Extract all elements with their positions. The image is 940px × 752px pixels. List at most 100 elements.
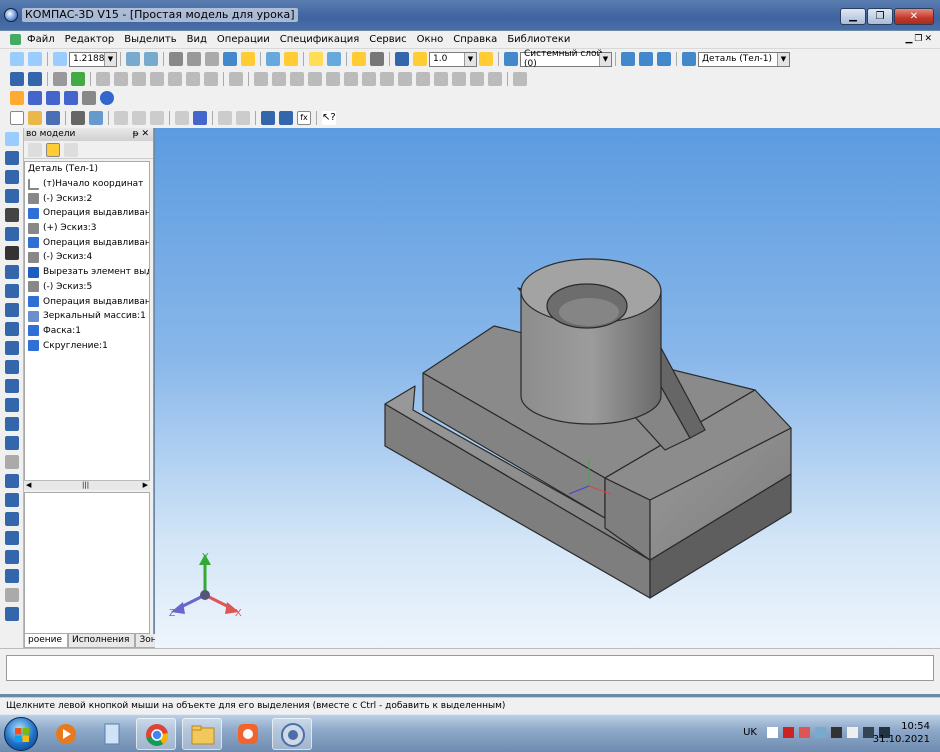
- tree-item[interactable]: Скругление:1: [25, 338, 149, 353]
- calc-icon[interactable]: [279, 111, 293, 125]
- close-button[interactable]: ✕: [894, 8, 934, 25]
- tree-item[interactable]: (-) Эскиз:5: [25, 280, 149, 295]
- tree-structure-icon[interactable]: [46, 142, 60, 157]
- language-indicator[interactable]: UK: [743, 727, 757, 738]
- sheet-icon[interactable]: [5, 246, 19, 260]
- ortho-icon[interactable]: [413, 52, 427, 66]
- tree-mode-icon[interactable]: [28, 142, 42, 157]
- chamfer3d-icon[interactable]: [5, 493, 19, 507]
- kompas-app-icon[interactable]: [4, 8, 18, 22]
- tree-item[interactable]: (+) Эскиз:3: [25, 221, 149, 236]
- surfaces-icon[interactable]: [5, 208, 19, 222]
- point-icon[interactable]: [96, 71, 110, 86]
- rotate-icon[interactable]: [126, 52, 140, 66]
- scroll-thumb[interactable]: |||: [82, 481, 89, 489]
- taskbar-kompas[interactable]: [272, 718, 312, 750]
- undo-icon[interactable]: [218, 111, 232, 125]
- shaded-icon[interactable]: [223, 52, 237, 66]
- tray-expand-icon[interactable]: [767, 727, 778, 738]
- bezier-icon[interactable]: [362, 71, 376, 86]
- dimension-icon[interactable]: [186, 71, 200, 86]
- hole-icon[interactable]: [5, 512, 19, 526]
- sketch-icon[interactable]: [5, 151, 19, 165]
- zoom-combo[interactable]: 1.2188 ▼: [69, 51, 117, 67]
- menu-specification[interactable]: Спецификация: [280, 34, 360, 45]
- revolve-icon[interactable]: [5, 341, 19, 355]
- perspective-icon[interactable]: [284, 52, 298, 66]
- segment-icon[interactable]: [272, 71, 286, 86]
- model-icon[interactable]: [10, 71, 24, 86]
- circle-icon[interactable]: [150, 71, 164, 86]
- tray-app-icon[interactable]: [799, 727, 810, 738]
- open-icon[interactable]: [28, 111, 42, 125]
- menu-editor[interactable]: Редактор: [65, 34, 115, 45]
- paste-icon[interactable]: [150, 111, 164, 125]
- edit-icon[interactable]: [229, 71, 243, 86]
- coordinates-icon[interactable]: [395, 52, 409, 66]
- tree-item[interactable]: (-) Эскиз:4: [25, 250, 149, 265]
- line-icon[interactable]: [114, 71, 128, 86]
- spline-icon[interactable]: [168, 71, 182, 86]
- chamfer-icon[interactable]: [434, 71, 448, 86]
- menu-select[interactable]: Выделить: [124, 34, 176, 45]
- rib-icon[interactable]: [5, 531, 19, 545]
- variables-icon[interactable]: [261, 111, 275, 125]
- tree-item[interactable]: Зеркальный массив:1: [25, 309, 149, 324]
- fonts-icon[interactable]: [28, 91, 42, 105]
- start-button[interactable]: [4, 717, 38, 751]
- context-help-icon[interactable]: ↖?: [322, 111, 336, 125]
- filter-icon[interactable]: [327, 52, 341, 66]
- chevron-down-icon[interactable]: ▼: [464, 52, 476, 66]
- part-combo[interactable]: Деталь (Тел-1) ▼: [698, 51, 790, 67]
- cut-icon[interactable]: [114, 111, 128, 125]
- shaft-icon[interactable]: [46, 91, 60, 105]
- panel-buttons[interactable]: ᵽ ✕: [133, 128, 149, 141]
- tree-item[interactable]: (т)Начало координат: [25, 177, 149, 192]
- tree-item[interactable]: Операция выдавливания: [25, 206, 149, 221]
- wireframe-icon[interactable]: [169, 52, 183, 66]
- preview-icon[interactable]: [89, 111, 103, 125]
- layer-icon[interactable]: [504, 52, 518, 66]
- tree-item[interactable]: (-) Эскиз:2: [25, 191, 149, 206]
- thin-lines-icon[interactable]: [205, 52, 219, 66]
- format-icon[interactable]: [175, 111, 189, 125]
- tab-versions[interactable]: Исполнения: [68, 634, 136, 648]
- shell-icon[interactable]: [5, 550, 19, 564]
- tree-item[interactable]: Фаска:1: [25, 324, 149, 339]
- thread-icon[interactable]: [5, 607, 19, 621]
- properties-icon[interactable]: [621, 52, 635, 66]
- taskbar-explorer[interactable]: [182, 718, 222, 750]
- tree-item[interactable]: Операция выдавливания: [25, 294, 149, 309]
- text-icon[interactable]: [513, 71, 527, 86]
- taskbar-media-player[interactable]: [46, 718, 86, 750]
- chevron-left-icon[interactable]: ◀: [26, 481, 31, 489]
- menu-libraries[interactable]: Библиотеки: [507, 34, 570, 45]
- menu-file[interactable]: Файл: [27, 34, 55, 45]
- fx-icon[interactable]: fx: [297, 111, 311, 125]
- orientation-triad[interactable]: Y X Z: [169, 552, 242, 619]
- doc-icon[interactable]: [10, 34, 21, 45]
- tools-icon[interactable]: [82, 91, 96, 105]
- cut-extrude-icon[interactable]: [5, 398, 19, 412]
- section-icon[interactable]: [309, 52, 323, 66]
- zoom-window-icon[interactable]: [10, 52, 24, 66]
- table-icon[interactable]: [193, 111, 207, 125]
- chevron-down-icon[interactable]: ▼: [777, 52, 789, 66]
- sweep-icon[interactable]: [5, 360, 19, 374]
- polyline-icon[interactable]: [290, 71, 304, 86]
- cut-revolve-icon[interactable]: [5, 417, 19, 431]
- print-icon[interactable]: [71, 111, 85, 125]
- fillet-icon[interactable]: [416, 71, 430, 86]
- hatch-icon[interactable]: [488, 71, 502, 86]
- menu-operations[interactable]: Операции: [217, 34, 270, 45]
- taskbar-notepad[interactable]: [92, 718, 132, 750]
- snap-icon[interactable]: [352, 52, 366, 66]
- arc2-icon[interactable]: [344, 71, 358, 86]
- arc-icon[interactable]: [132, 71, 146, 86]
- curves-icon[interactable]: [5, 189, 19, 203]
- offset-icon[interactable]: [452, 71, 466, 86]
- spring-icon[interactable]: [64, 91, 78, 105]
- fillet3d-icon[interactable]: [5, 474, 19, 488]
- model-canvas[interactable]: Y X Z: [155, 128, 940, 648]
- arrays-icon[interactable]: [5, 227, 19, 241]
